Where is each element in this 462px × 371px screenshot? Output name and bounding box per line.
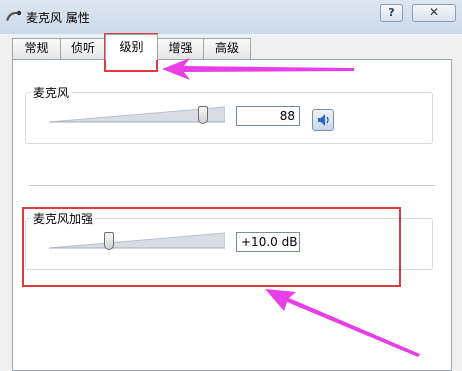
tab-levels[interactable]: 级别 — [105, 34, 158, 60]
speaker-icon — [318, 114, 329, 126]
tab-general[interactable]: 常规 — [12, 38, 61, 59]
separator — [29, 185, 435, 187]
close-button[interactable]: ✕ — [412, 4, 456, 22]
tab-listen[interactable]: 侦听 — [60, 38, 106, 59]
annotation-arrow-boost — [265, 289, 420, 357]
title-bar: 麦克风 属性 ? ✕ — [0, 0, 462, 34]
microphone-properties-window: 麦克风 属性 ? ✕ 常规 侦听 级别 增强 高级 麦克风 88 麦克风加强 +… — [0, 0, 462, 371]
window-title: 麦克风 属性 — [26, 11, 90, 25]
microphone-level-field[interactable]: 88 — [236, 106, 300, 126]
help-button[interactable]: ? — [380, 4, 403, 22]
annotation-box-boost — [22, 207, 401, 287]
microphone-icon — [6, 10, 22, 21]
mute-button[interactable] — [312, 109, 334, 131]
annotation-arrow-tab — [162, 58, 354, 80]
microphone-group-label: 麦克风 — [31, 84, 72, 101]
microphone-level-thumb[interactable] — [198, 106, 208, 124]
